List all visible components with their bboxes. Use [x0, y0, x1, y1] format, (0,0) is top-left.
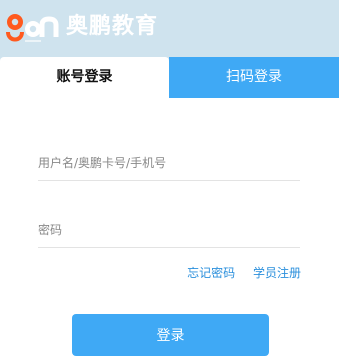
open-logo-icon — [6, 14, 59, 42]
tab-qrcode-login[interactable]: 扫码登录 — [169, 57, 339, 98]
login-button[interactable]: 登录 — [72, 314, 269, 356]
password-field-wrapper — [38, 215, 300, 248]
register-link[interactable]: 学员注册 — [253, 266, 301, 280]
password-input[interactable] — [38, 215, 300, 245]
username-input[interactable] — [38, 148, 300, 178]
auth-links: 忘记密码 学员注册 — [173, 264, 301, 281]
forgot-password-link[interactable]: 忘记密码 — [187, 266, 235, 280]
header: 奥鹏教育 — [0, 0, 339, 57]
username-field-wrapper — [38, 148, 300, 181]
login-tabs: 账号登录 扫码登录 — [0, 57, 339, 98]
brand-name: 奥鹏教育 — [66, 14, 159, 39]
tab-account-login[interactable]: 账号登录 — [0, 57, 169, 98]
